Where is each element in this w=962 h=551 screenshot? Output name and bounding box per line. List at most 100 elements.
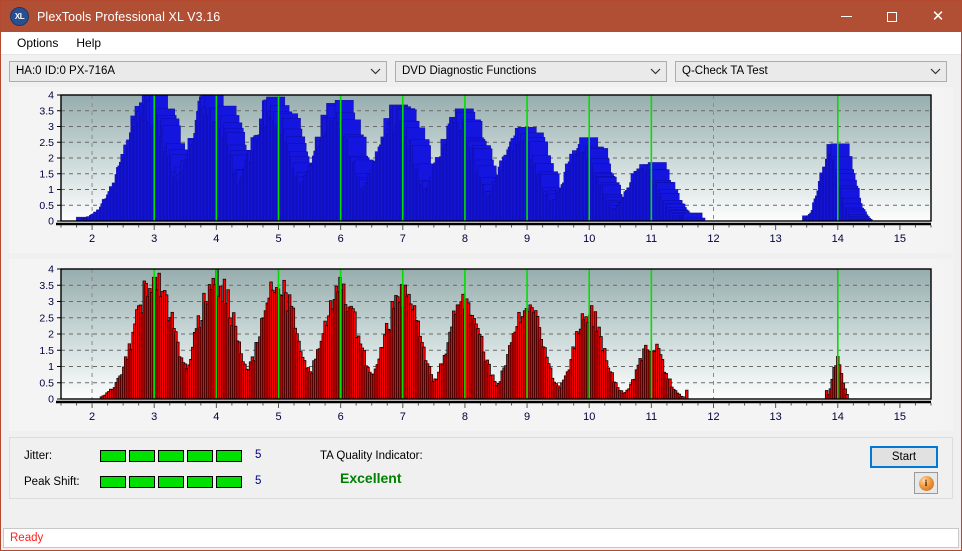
chevron-down-icon <box>367 62 384 81</box>
y-tick-label: 2 <box>48 329 54 341</box>
menu-item-options[interactable]: Options <box>9 34 66 52</box>
y-tick-label: 4 <box>48 90 54 102</box>
info-icon: i <box>918 475 934 491</box>
maximize-icon <box>887 11 897 22</box>
y-tick-label: 1 <box>48 361 54 373</box>
jitter-chart: 0 0.5 1 1.5 2 2.5 3 3.5 4 2 3 4 5 6 7 8 9 10 11 12 13 14 15 <box>9 87 953 253</box>
meter-segment <box>100 476 126 488</box>
title-bar: XL PlexTools Professional XL V3.16 ✕ <box>1 1 961 32</box>
peak-shift-chart: 0 0.5 1 1.5 2 2.5 3 3.5 4 2 3 4 5 6 7 8 9 10 11 12 13 14 15 <box>9 259 953 431</box>
x-tick-label: 3 <box>151 233 157 245</box>
application-window: XL PlexTools Professional XL V3.16 ✕ Opt… <box>0 0 962 551</box>
menu-bar: Options Help <box>1 32 961 55</box>
start-button[interactable]: Start <box>870 446 938 468</box>
y-tick-label: 3.5 <box>39 105 54 117</box>
test-select[interactable]: Q-Check TA Test <box>675 60 947 82</box>
app-logo-icon: XL <box>10 7 29 26</box>
x-tick-label: 6 <box>338 411 344 423</box>
y-tick-label: 3.5 <box>39 280 54 292</box>
y-tick-label: 0.5 <box>39 200 54 212</box>
x-tick-label: 4 <box>213 411 219 423</box>
peak-shift-chart: 0 0.5 1 1.5 2 2.5 3 3.5 4 2 3 4 5 6 7 8 9 10 11 12 13 14 15 <box>9 259 937 431</box>
y-tick-label: 0 <box>48 394 54 406</box>
x-tick-label: 9 <box>524 233 530 245</box>
meter-segment <box>158 450 184 462</box>
x-tick-label: 8 <box>462 233 468 245</box>
minimize-button[interactable] <box>823 1 869 32</box>
jitter-label: Jitter: <box>24 450 53 462</box>
y-tick-label: 1.5 <box>39 345 54 357</box>
info-button[interactable]: i <box>914 472 938 494</box>
x-tick-label: 4 <box>213 233 219 245</box>
charts-area: 0 0.5 1 1.5 2 2.5 3 3.5 4 2 3 4 5 6 7 8 9 10 11 12 13 14 15 00… <box>1 83 961 431</box>
x-tick-label: 9 <box>524 411 530 423</box>
x-tick-label: 15 <box>894 233 906 245</box>
meter-segment <box>100 450 126 462</box>
x-tick-label: 14 <box>832 411 844 423</box>
peak-shift-value: 5 <box>255 475 262 487</box>
x-tick-label: 3 <box>151 411 157 423</box>
x-tick-label: 10 <box>583 233 595 245</box>
chevron-down-icon <box>927 62 944 81</box>
jitter-chart-panel: 0 0.5 1 1.5 2 2.5 3 3.5 4 2 3 4 5 6 7 8 9 10 11 12 13 14 15 <box>9 87 953 253</box>
x-tick-label: 12 <box>707 411 719 423</box>
y-tick-label: 2.5 <box>39 312 54 324</box>
bar <box>685 389 689 400</box>
x-tick-label: 13 <box>770 233 782 245</box>
peak-shift-meter <box>100 476 242 488</box>
minimize-icon <box>840 16 852 17</box>
x-tick-label: 2 <box>89 233 95 245</box>
y-tick-label: 2 <box>48 153 54 165</box>
x-tick-label: 10 <box>583 411 595 423</box>
meter-segment <box>129 450 155 462</box>
x-tick-label: 5 <box>275 233 281 245</box>
y-tick-label: 3 <box>48 121 54 133</box>
function-group-select-value: DVD Diagnostic Functions <box>402 65 537 77</box>
x-tick-label: 5 <box>275 411 281 423</box>
y-tick-label: 0.5 <box>39 377 54 389</box>
close-icon: ✕ <box>931 7 945 25</box>
window-controls: ✕ <box>823 1 961 32</box>
x-tick-label: 15 <box>894 411 906 423</box>
menu-item-help[interactable]: Help <box>68 34 109 52</box>
x-tick-label: 11 <box>646 411 657 423</box>
drive-select[interactable]: HA:0 ID:0 PX-716A <box>9 60 387 82</box>
function-group-select[interactable]: DVD Diagnostic Functions <box>395 60 667 82</box>
meter-segment <box>187 450 213 462</box>
jitter-meter <box>100 450 242 462</box>
jitter-chart: 0 0.5 1 1.5 2 2.5 3 3.5 4 2 3 4 5 6 7 8 9 10 11 12 13 14 15 <box>9 87 937 253</box>
meter-segment <box>129 476 155 488</box>
selector-toolbar: HA:0 ID:0 PX-716A DVD Diagnostic Functio… <box>1 55 961 83</box>
maximize-button[interactable] <box>869 1 915 32</box>
x-tick-label: 14 <box>832 233 844 245</box>
y-tick-label: 1 <box>48 184 54 196</box>
peak-shift-chart-panel: 0 0.5 1 1.5 2 2.5 3 3.5 4 2 3 4 5 6 7 8 9 10 11 12 13 14 15 <box>9 259 953 431</box>
ta-quality-label: TA Quality Indicator: <box>320 450 423 462</box>
close-button[interactable]: ✕ <box>915 1 961 32</box>
window-title: PlexTools Professional XL V3.16 <box>37 9 221 24</box>
y-tick-label: 0 <box>48 216 54 228</box>
app-logo-text: XL <box>14 12 25 21</box>
meter-segment <box>216 476 242 488</box>
y-tick-label: 3 <box>48 296 54 308</box>
peak-shift-label: Peak Shift: <box>24 476 80 488</box>
x-tick-label: 8 <box>462 411 468 423</box>
meter-segment <box>158 476 184 488</box>
x-tick-label: 7 <box>400 233 406 245</box>
y-tick-label: 4 <box>48 264 54 276</box>
x-tick-label: 7 <box>400 411 406 423</box>
x-tick-label: 2 <box>89 411 95 423</box>
drive-select-value: HA:0 ID:0 PX-716A <box>16 65 116 77</box>
y-tick-label: 2.5 <box>39 137 54 149</box>
status-bar: Ready <box>3 528 959 548</box>
y-tick-label: 1.5 <box>39 168 54 180</box>
results-panel: Jitter: 5 Peak Shift: 5 TA Quality Indic… <box>9 437 953 499</box>
test-select-value: Q-Check TA Test <box>682 65 768 77</box>
meter-segment <box>216 450 242 462</box>
meter-segment <box>187 476 213 488</box>
x-tick-label: 12 <box>707 233 719 245</box>
status-text: Ready <box>10 532 44 544</box>
ta-quality-value: Excellent <box>340 470 402 486</box>
chevron-down-icon <box>647 62 664 81</box>
x-tick-label: 6 <box>338 233 344 245</box>
